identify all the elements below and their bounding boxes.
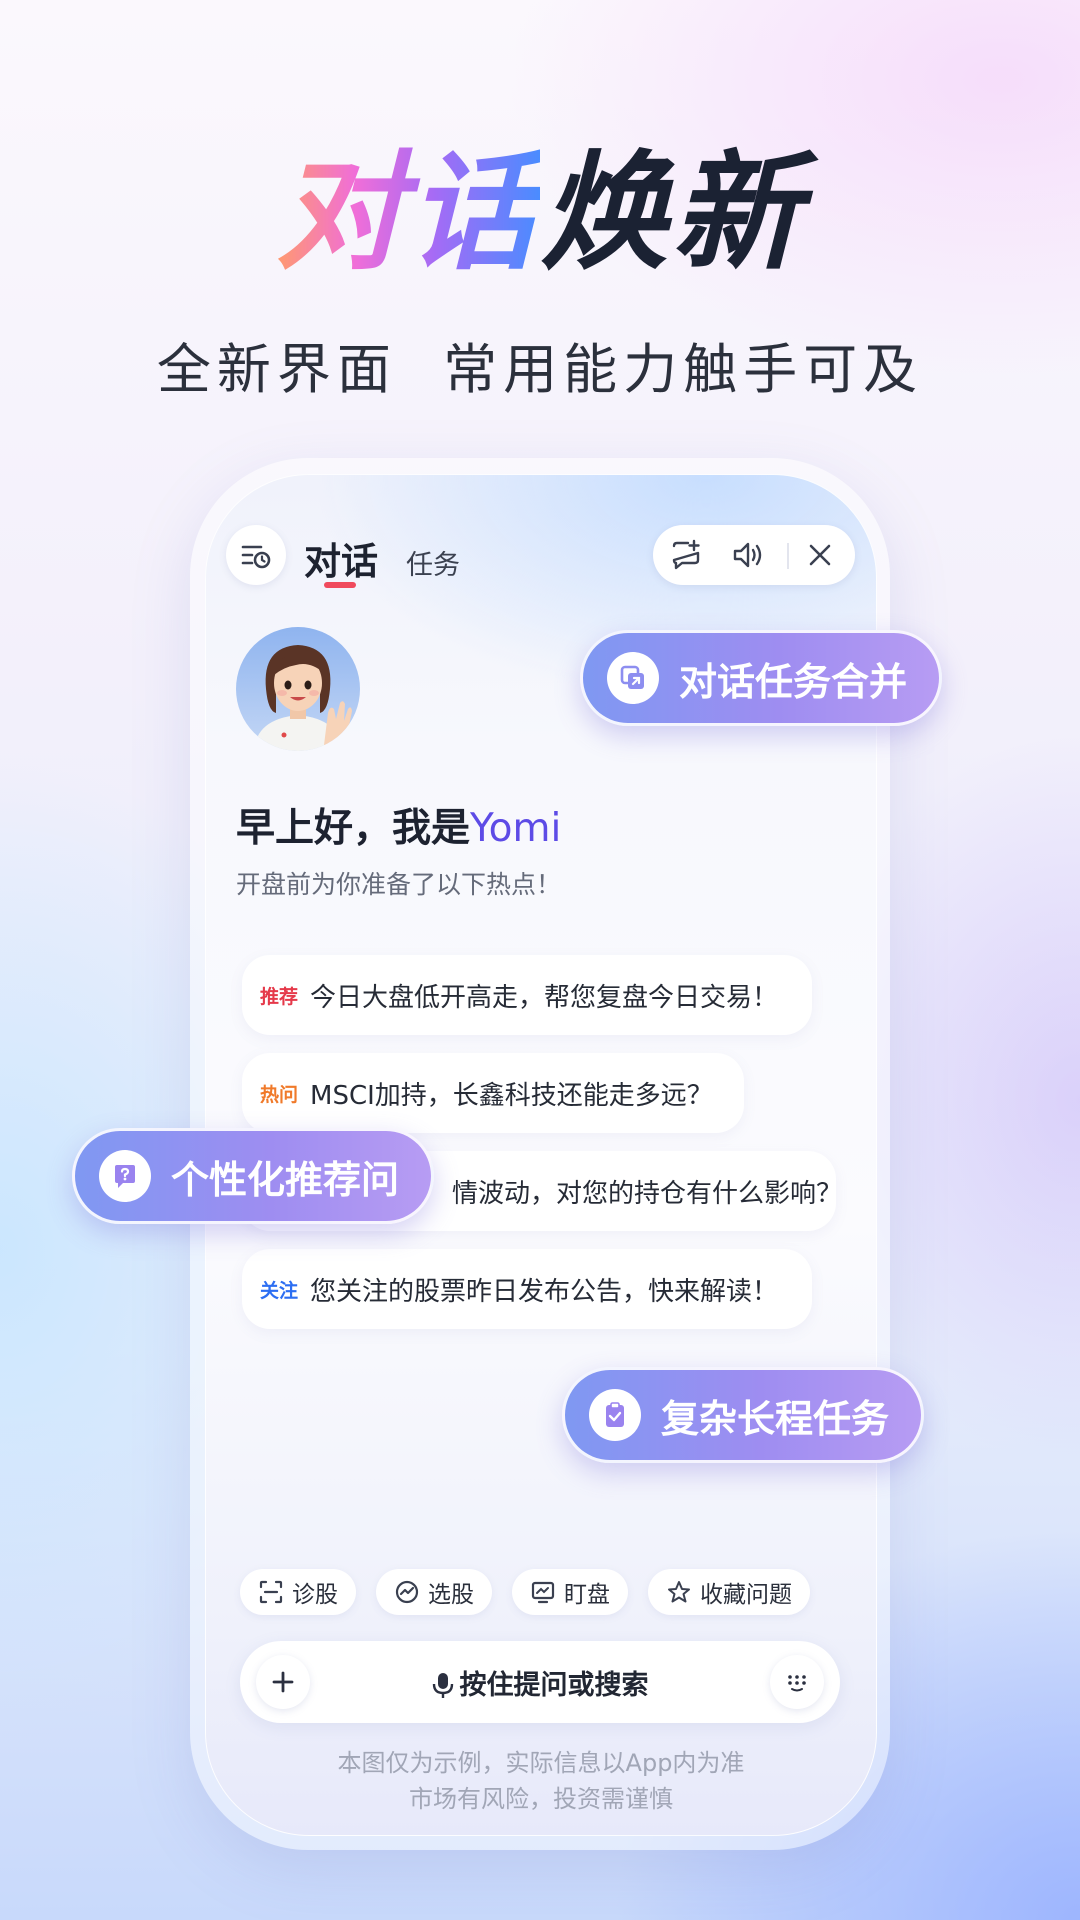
speaker-icon[interactable] bbox=[731, 538, 765, 572]
chip-saved-questions[interactable]: 收藏问题 bbox=[648, 1569, 810, 1615]
clipboard-check-icon bbox=[589, 1389, 641, 1441]
chip-label: 诊股 bbox=[292, 1582, 338, 1608]
chip-label: 选股 bbox=[428, 1582, 474, 1608]
assistant-avatar-illustration bbox=[254, 645, 352, 751]
suggestion-text: 您关注的股票昨日发布公告，快来解读！ bbox=[310, 1276, 779, 1307]
greeting-title: 早上好，我是Yomi bbox=[236, 797, 561, 853]
chip-label: 盯盘 bbox=[564, 1582, 610, 1608]
new-chat-icon[interactable] bbox=[669, 538, 703, 572]
keyboard-icon bbox=[788, 1675, 806, 1692]
disclaimer-line-2: 市场有风险，投资需谨慎 bbox=[409, 1785, 673, 1813]
suggestion-text: MSCI加持，长鑫科技还能走多远？ bbox=[310, 1080, 713, 1111]
chip-pick-stock[interactable]: 选股 bbox=[376, 1569, 492, 1615]
hero-subtitle: 全新界面 常用能力触手可及 bbox=[156, 338, 924, 401]
greeting-prefix: 早上好，我是 bbox=[236, 806, 471, 851]
feature-label: 复杂长程任务 bbox=[661, 1396, 890, 1441]
close-icon[interactable] bbox=[803, 538, 837, 572]
suggestion-tag: 推荐 bbox=[260, 985, 299, 1008]
suggestion-item-follow[interactable]: 关注 您关注的股票昨日发布公告，快来解读！ bbox=[242, 1249, 812, 1329]
quick-action-chips: 诊股 选股 盯盘 收藏问题 bbox=[240, 1569, 810, 1615]
header-actions bbox=[653, 525, 855, 585]
history-button[interactable] bbox=[226, 525, 286, 585]
disclaimer-line-1: 本图仅为示例，实际信息以App内为准 bbox=[337, 1749, 745, 1777]
mic-icon bbox=[432, 1673, 453, 1698]
feature-callout-merge: 对话任务合并 bbox=[580, 630, 942, 726]
avatar bbox=[236, 627, 360, 751]
chip-watch-market[interactable]: 盯盘 bbox=[512, 1569, 628, 1615]
suggestion-tag: 关注 bbox=[260, 1279, 299, 1302]
suggestion-item-recommend[interactable]: 推荐 今日大盘低开高走，帮您复盘今日交易！ bbox=[242, 955, 812, 1035]
feature-label: 个性化推荐问 bbox=[171, 1157, 400, 1202]
header-divider bbox=[787, 543, 789, 569]
tab-active-indicator bbox=[324, 582, 356, 588]
merge-icon bbox=[607, 652, 659, 704]
question-bubble-icon bbox=[99, 1150, 151, 1202]
scan-icon bbox=[259, 1580, 283, 1604]
hero-title-dark: 焕新 bbox=[540, 139, 805, 288]
feature-callout-personalized: 个性化推荐问 bbox=[72, 1128, 434, 1224]
feature-label: 对话任务合并 bbox=[679, 659, 908, 704]
keyboard-toggle-button[interactable] bbox=[770, 1655, 824, 1709]
suggestion-item-hot[interactable]: 热问 MSCI加持，长鑫科技还能走多远？ bbox=[242, 1053, 744, 1133]
hero-title: 对话焕新 bbox=[0, 150, 1080, 278]
chip-diagnose-stock[interactable]: 诊股 bbox=[240, 1569, 356, 1615]
star-icon bbox=[668, 1581, 690, 1603]
radar-icon bbox=[395, 1580, 419, 1604]
greeting-subtitle: 开盘前为你准备了以下热点！ bbox=[236, 870, 562, 899]
suggestion-text: 今日大盘低开高走，帮您复盘今日交易！ bbox=[310, 982, 779, 1013]
monitor-icon bbox=[531, 1581, 555, 1604]
hold-to-talk[interactable]: 按住提问或搜索 bbox=[240, 1663, 840, 1702]
history-list-icon bbox=[241, 545, 271, 569]
suggestion-tag: 热问 bbox=[260, 1083, 299, 1106]
input-placeholder: 按住提问或搜索 bbox=[459, 1670, 649, 1701]
feature-callout-long-task: 复杂长程任务 bbox=[562, 1367, 924, 1463]
chip-label: 收藏问题 bbox=[700, 1582, 792, 1608]
voice-search-bar[interactable]: 按住提问或搜索 bbox=[240, 1641, 840, 1723]
suggestion-text: 情波动，对您的持仓有什么影响？ bbox=[452, 1178, 843, 1209]
tab-tasks[interactable]: 任务 bbox=[406, 543, 460, 582]
assistant-name: Yomi bbox=[470, 806, 562, 851]
hero-title-gradient: 对话 bbox=[275, 139, 540, 288]
tab-chat[interactable]: 对话 bbox=[304, 531, 378, 585]
